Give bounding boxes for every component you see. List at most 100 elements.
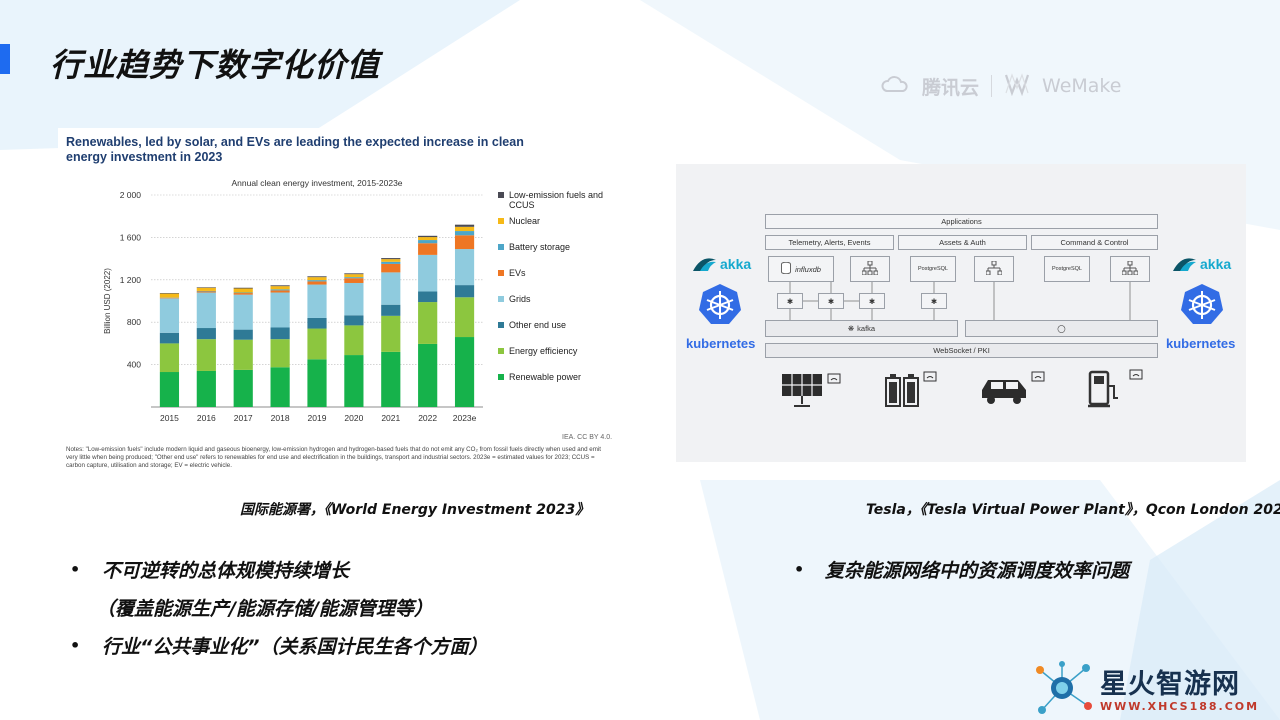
y-tick-label: 1 600	[120, 232, 142, 242]
network-logo-icon	[1032, 660, 1094, 720]
bullet-item-growth: 不可逆转的总体规模持续增长	[102, 560, 350, 582]
bullet-dot: •	[70, 636, 81, 655]
legend-label: Nuclear	[509, 216, 541, 226]
bar-segment	[381, 263, 401, 273]
chart-title: Annual clean energy investment, 2015-202…	[231, 178, 402, 188]
legend-swatch	[498, 322, 504, 328]
report-notes: Notes: "Low-emission fuels" include mode…	[66, 446, 601, 469]
bar-segment	[454, 337, 475, 407]
legend-item: Battery storage	[498, 242, 618, 268]
bar-segment	[233, 287, 253, 289]
legend-swatch	[498, 374, 504, 380]
legend-label: Battery storage	[509, 242, 571, 252]
x-tick-label: 2021	[381, 413, 400, 423]
bar-segment	[454, 226, 475, 232]
legend-swatch	[498, 270, 504, 276]
left-caption: 国际能源署，《World Energy Investment 2023》	[240, 502, 590, 518]
bar-segment	[159, 343, 180, 373]
bar-segment	[159, 298, 180, 333]
bar-segment	[270, 327, 290, 340]
bar-segment	[196, 328, 216, 340]
chart-legend: Low-emission fuels and CCUS Nuclear Batter…	[498, 190, 618, 398]
bar-segment	[307, 317, 327, 329]
legend-swatch	[498, 296, 504, 302]
bar-segment	[159, 332, 180, 344]
watermark-url: WWW.XHCS188.COM	[1100, 700, 1260, 713]
akka-right-label: akka	[1200, 256, 1232, 272]
bar-segment	[344, 277, 364, 279]
bar-segment	[418, 302, 438, 344]
bar-segment	[381, 272, 401, 305]
x-tick-label: 2016	[197, 413, 216, 423]
bar-segment	[270, 289, 290, 291]
clean-energy-bar-chart: Annual clean energy investment, 2015-202…	[103, 178, 483, 423]
bar-segment	[196, 291, 216, 293]
x-tick-label: 2015	[160, 413, 179, 423]
electric-car-icon	[978, 370, 1052, 414]
bar-segment	[196, 287, 216, 291]
bar-segment	[381, 261, 401, 264]
legend-item: Renewable power	[498, 372, 618, 398]
legend-label: Low-emission fuels and CCUS	[509, 190, 604, 210]
bar-segment	[454, 285, 475, 298]
bar-segment	[196, 339, 216, 371]
legend-item: Grids	[498, 294, 618, 320]
wemake-logo-icon	[1004, 72, 1030, 100]
bar-segment	[381, 304, 401, 316]
bar-segment	[233, 339, 253, 370]
wemake-logo-text: WeMake	[1042, 75, 1122, 97]
bar-segment	[196, 287, 216, 288]
bar-segment	[307, 277, 327, 281]
y-tick-label: 800	[127, 317, 141, 327]
y-tick-label: 1 200	[120, 275, 142, 285]
bar-segment	[270, 285, 290, 287]
bar-segment	[196, 290, 216, 292]
legend-swatch	[498, 244, 504, 250]
cloud-logo-text: 腾讯云	[922, 76, 980, 99]
bullet-item-growth-detail: （覆盖能源生产/能源存储/能源管理等）	[96, 598, 433, 620]
legend-label: Energy efficiency	[509, 346, 578, 356]
bar-segment	[233, 294, 253, 330]
bar-segment	[159, 293, 180, 298]
legend-item: Nuclear	[498, 216, 618, 242]
bar-segment	[307, 359, 327, 407]
legend-swatch	[498, 348, 504, 354]
report-heading: Renewables, led by solar, and EVs are le…	[66, 135, 524, 164]
bar-segment	[307, 281, 327, 285]
bar-segment	[454, 249, 475, 286]
bar-segment	[196, 292, 216, 329]
iea-chart-panel: Renewables, led by solar, and EVs are le…	[58, 128, 618, 478]
bullet-dot: •	[70, 560, 81, 579]
bar-segment	[233, 292, 253, 294]
bar-segment	[196, 370, 216, 407]
bar-segment	[344, 315, 364, 326]
x-tick-label: 2018	[271, 413, 290, 423]
bar-segment	[381, 315, 401, 352]
bar-segment	[344, 274, 364, 278]
bar-segment	[233, 293, 253, 295]
bullet-item-public-utility: 行业“公共事业化”（关系国计民生各个方面）	[102, 636, 488, 658]
watermark-name: 星火智游网	[1100, 669, 1240, 700]
bar-segment	[381, 259, 401, 262]
bar-segment	[159, 372, 180, 407]
bar-segment	[270, 367, 290, 407]
logo-divider	[991, 75, 993, 97]
bar-segment	[454, 224, 475, 227]
x-tick-label: 2020	[344, 413, 363, 423]
bar-segment	[344, 282, 364, 316]
legend-item: Low-emission fuels and CCUS	[498, 190, 618, 216]
bar-segment	[233, 369, 253, 407]
legend-item: Other end use	[498, 320, 618, 346]
bar-segment	[344, 278, 364, 283]
x-tick-label: 2017	[234, 413, 253, 423]
akka-logo-icon	[692, 256, 718, 276]
bar-segment	[418, 291, 438, 303]
site-watermark: 星火智游网 WWW.XHCS188.COM	[1030, 658, 1280, 720]
bar-segment	[233, 288, 253, 293]
bullet-item-scheduling: 复杂能源网络中的资源调度效率问题	[825, 560, 1130, 582]
bar-segment	[381, 351, 401, 407]
legend-label: EVs	[509, 268, 526, 278]
title-accent-bar	[0, 44, 10, 74]
bar-segment	[159, 297, 180, 299]
right-caption: Tesla，《Tesla Virtual Power Plant》，Qcon L…	[866, 502, 1280, 518]
